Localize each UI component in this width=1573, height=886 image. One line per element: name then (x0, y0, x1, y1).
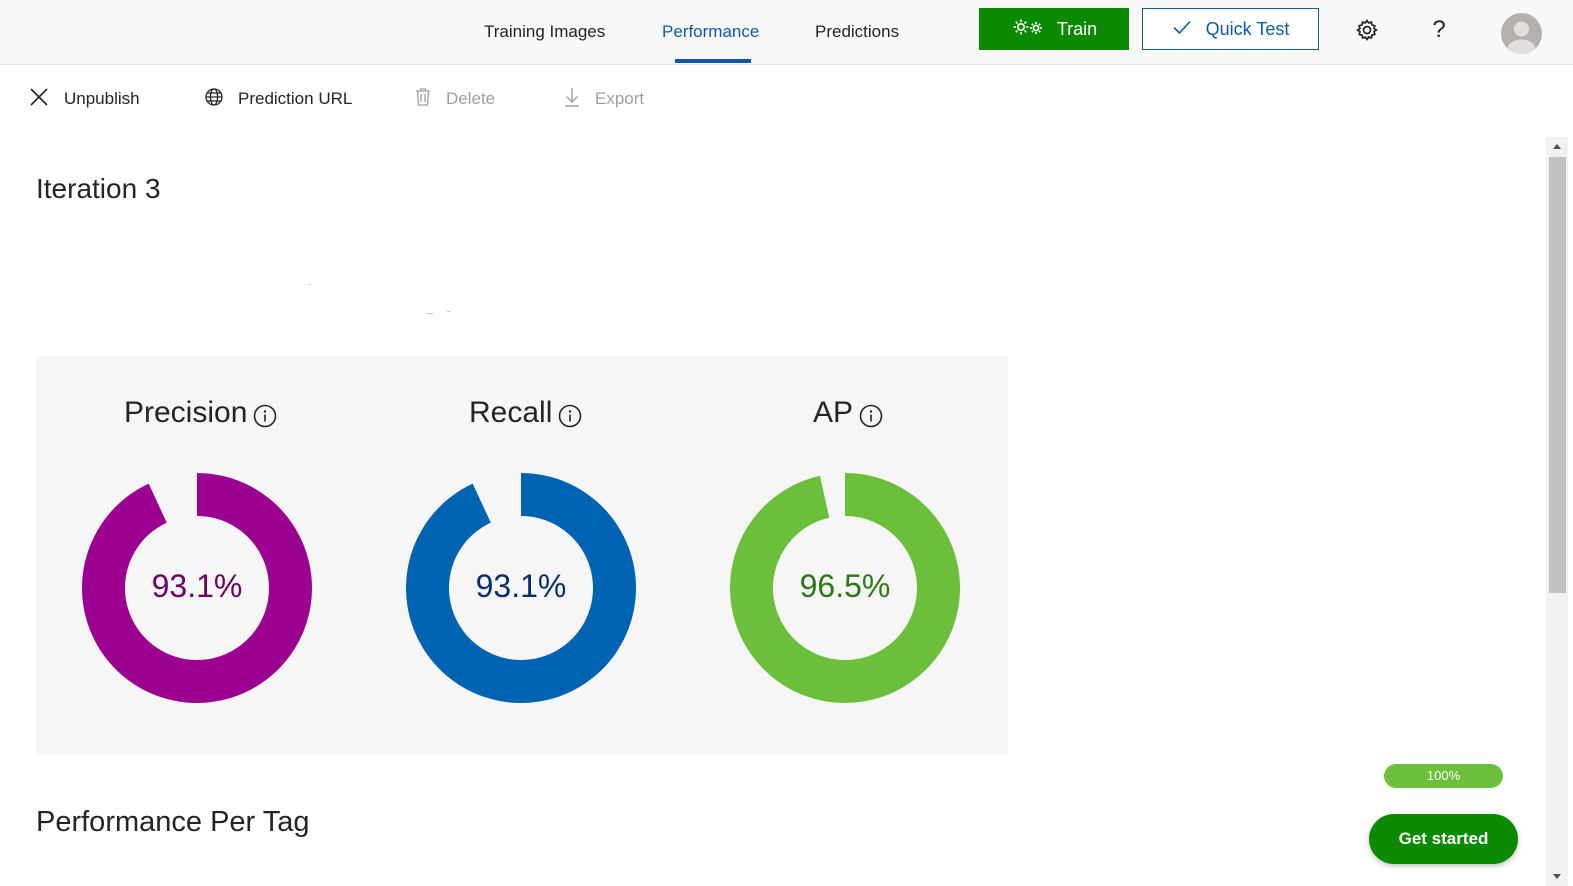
scroll-down-arrow-icon[interactable] (1551, 872, 1563, 882)
checkmark-icon (1172, 19, 1192, 40)
close-icon (28, 86, 50, 113)
scrollbar-thumb[interactable] (1549, 157, 1566, 593)
settings-gear-icon[interactable] (1352, 14, 1382, 46)
artifact-mark (427, 313, 433, 314)
performance-per-tag-heading: Performance Per Tag (36, 806, 310, 838)
iteration-title: Iteration 3 (36, 173, 161, 204)
onboarding-progress-bar: 100% (1384, 764, 1503, 788)
help-glyph: ? (1432, 16, 1446, 43)
quick-test-button[interactable]: Quick Test (1142, 8, 1319, 50)
scroll-up-arrow-icon[interactable] (1551, 141, 1563, 151)
artifact-mark (309, 284, 311, 285)
get-started-button[interactable]: Get started (1369, 814, 1518, 864)
info-icon[interactable] (253, 404, 277, 428)
prediction-url-label: Prediction URL (238, 89, 353, 108)
recall-label: Recall (469, 396, 553, 429)
info-icon[interactable] (859, 404, 883, 428)
export-label: Export (595, 89, 645, 108)
train-button[interactable]: Train (979, 8, 1129, 50)
precision-label: Precision (124, 396, 248, 429)
ap-label-group: AP (813, 393, 883, 433)
precision-value: 93.1% (151, 568, 243, 604)
help-icon[interactable]: ? (1424, 14, 1454, 46)
globe-icon (204, 87, 224, 112)
delete-label: Delete (446, 89, 496, 108)
info-icon[interactable] (558, 404, 582, 428)
artifact-mark (447, 311, 450, 312)
user-avatar[interactable] (1501, 13, 1542, 54)
ap-label: AP (813, 396, 854, 429)
tab-training-images[interactable]: Training Images (484, 0, 605, 64)
precision-label-group: Precision (124, 393, 277, 433)
quick-test-label: Quick Test (1205, 18, 1290, 39)
active-tab-indicator (675, 59, 751, 63)
export-button[interactable]: Export (563, 84, 644, 114)
delete-button[interactable]: Delete (414, 84, 495, 114)
unpublish-label: Unpublish (64, 89, 140, 108)
trash-icon (414, 87, 432, 112)
recall-value: 93.1% (475, 568, 567, 604)
tab-performance[interactable]: Performance (662, 0, 759, 64)
unpublish-button[interactable]: Unpublish (28, 84, 140, 114)
gears-icon (1011, 17, 1045, 42)
train-label: Train (1056, 18, 1098, 39)
prediction-url-button[interactable]: Prediction URL (204, 84, 352, 114)
ap-value: 96.5% (799, 568, 891, 604)
tab-predictions[interactable]: Predictions (815, 0, 899, 64)
download-icon (563, 86, 581, 113)
recall-label-group: Recall (469, 393, 582, 433)
progress-label: 100% (1426, 768, 1461, 783)
top-navigation-bar: Training Images Performance Predictions … (0, 0, 1573, 65)
